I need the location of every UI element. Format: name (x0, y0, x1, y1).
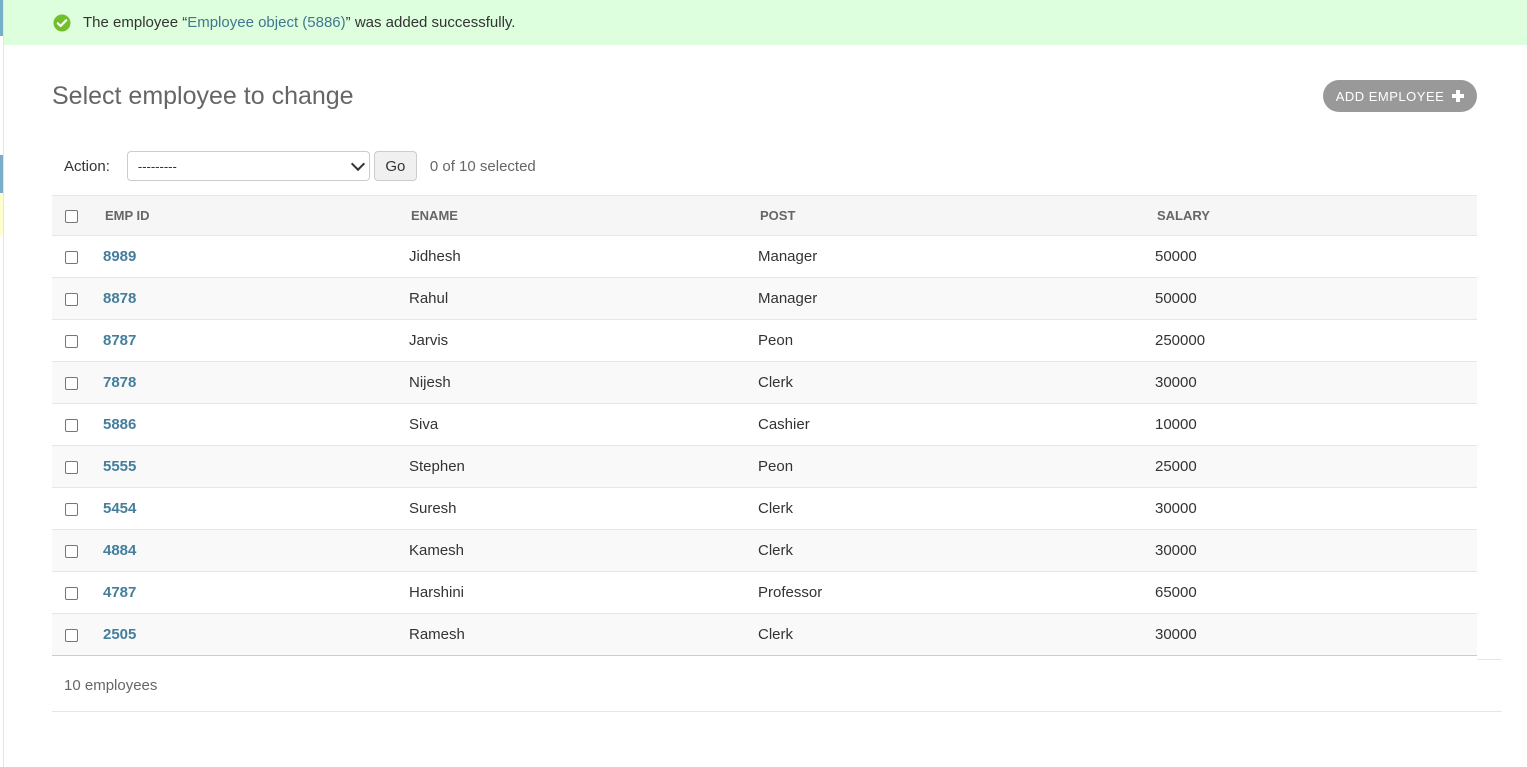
post-cell: Peon (758, 319, 1155, 362)
row-checkbox[interactable] (65, 502, 78, 516)
salary-cell: 30000 (1155, 613, 1477, 656)
go-button[interactable]: Go (373, 151, 417, 181)
ename-cell: Stephen (409, 445, 758, 488)
sidebar-marker (0, 0, 3, 36)
action-label: Action: (64, 157, 110, 175)
ename-cell: Jarvis (409, 319, 758, 362)
check-circle-icon (53, 14, 71, 31)
table-row: 8989 Jidhesh Manager 50000 (52, 235, 1477, 278)
emp-id-link[interactable]: 2505 (103, 626, 136, 643)
table-row: 8878 Rahul Manager 50000 (52, 277, 1477, 320)
table-row: 5555 Stephen Peon 25000 (52, 445, 1477, 488)
table-row: 5886 Siva Cashier 10000 (52, 403, 1477, 446)
employee-object-link[interactable]: Employee object (5886) (187, 14, 345, 31)
row-checkbox[interactable] (65, 250, 78, 264)
salary-cell: 50000 (1155, 277, 1477, 320)
row-checkbox[interactable] (65, 628, 78, 642)
salary-cell: 25000 (1155, 445, 1477, 488)
salary-cell: 250000 (1155, 319, 1477, 362)
emp-id-link[interactable]: 4787 (103, 584, 136, 601)
post-cell: Peon (758, 445, 1155, 488)
row-checkbox[interactable] (65, 586, 78, 600)
post-cell: Manager (758, 277, 1155, 320)
select-all-cell (52, 195, 103, 236)
salary-cell: 50000 (1155, 235, 1477, 278)
column-salary[interactable]: SALARY (1155, 195, 1477, 236)
message-prefix: The employee “ (83, 14, 188, 31)
action-select-value: --------- (137, 158, 177, 174)
action-select[interactable]: --------- (126, 151, 370, 181)
ename-cell: Siva (409, 403, 758, 446)
left-sidebar-edge (0, 0, 4, 767)
post-cell: Manager (758, 235, 1155, 278)
sidebar-marker (0, 193, 3, 236)
chevron-down-icon (350, 156, 365, 172)
actions-bar: Action: --------- Go 0 of 10 selected (52, 145, 1477, 187)
emp-id-link[interactable]: 5886 (103, 416, 136, 433)
plus-icon (1452, 90, 1465, 102)
emp-id-link[interactable]: 8878 (103, 290, 136, 307)
column-ename[interactable]: ENAME (409, 195, 758, 236)
ename-cell: Rahul (409, 277, 758, 320)
table-header: EMP ID ENAME POST SALARY (52, 195, 1477, 236)
emp-id-link[interactable]: 8787 (103, 332, 136, 349)
selection-counter: 0 of 10 selected (429, 157, 536, 175)
row-checkbox[interactable] (65, 376, 78, 390)
row-checkbox[interactable] (65, 334, 78, 348)
emp-id-link[interactable]: 5555 (103, 458, 136, 475)
post-cell: Clerk (758, 613, 1155, 656)
salary-cell: 10000 (1155, 403, 1477, 446)
success-message: The employee “Employee object (5886)” wa… (4, 0, 1527, 45)
ename-cell: Nijesh (409, 361, 758, 404)
salary-cell: 30000 (1155, 529, 1477, 572)
ename-cell: Kamesh (409, 529, 758, 572)
table-row: 5454 Suresh Clerk 30000 (52, 487, 1477, 530)
post-cell: Cashier (758, 403, 1155, 446)
table-row: 4787 Harshini Professor 65000 (52, 571, 1477, 614)
salary-cell: 30000 (1155, 487, 1477, 530)
table-row: 7878 Nijesh Clerk 30000 (52, 361, 1477, 404)
add-employee-label: ADD EMPLOYEE (1335, 88, 1445, 104)
sidebar-marker (0, 155, 3, 193)
select-all-checkbox[interactable] (65, 210, 78, 224)
ename-cell: Suresh (409, 487, 758, 530)
salary-cell: 65000 (1155, 571, 1477, 614)
add-employee-button[interactable]: ADD EMPLOYEE (1323, 80, 1477, 112)
post-cell: Clerk (758, 529, 1155, 572)
table-row: 8787 Jarvis Peon 250000 (52, 319, 1477, 362)
salary-cell: 30000 (1155, 361, 1477, 404)
page-title: Select employee to change (52, 82, 354, 110)
ename-cell: Jidhesh (409, 235, 758, 278)
emp-id-link[interactable]: 5454 (103, 500, 136, 517)
row-checkbox[interactable] (65, 460, 78, 474)
row-checkbox[interactable] (65, 544, 78, 558)
column-post[interactable]: POST (758, 195, 1155, 236)
table-row: 4884 Kamesh Clerk 30000 (52, 529, 1477, 572)
post-cell: Clerk (758, 487, 1155, 530)
ename-cell: Ramesh (409, 613, 758, 656)
message-suffix: ” was added successfully. (345, 14, 516, 31)
row-checkbox[interactable] (65, 292, 78, 306)
header-row: EMP ID ENAME POST SALARY (52, 195, 1477, 236)
post-cell: Professor (758, 571, 1155, 614)
row-checkbox[interactable] (65, 418, 78, 432)
table-row: 2505 Ramesh Clerk 30000 (52, 613, 1477, 656)
table-body: 8989 Jidhesh Manager 50000 8878 Rahul Ma… (52, 235, 1477, 656)
column-emp-id[interactable]: EMP ID (103, 195, 409, 236)
emp-id-link[interactable]: 4884 (103, 542, 136, 559)
emp-id-link[interactable]: 7878 (103, 374, 136, 391)
emp-id-link[interactable]: 8989 (103, 248, 136, 265)
post-cell: Clerk (758, 361, 1155, 404)
result-count: 10 employees (64, 676, 158, 694)
results-table: EMP ID ENAME POST SALARY 8989 Jidhesh Ma… (52, 195, 1477, 656)
paginator: 10 employees (52, 659, 1502, 712)
ename-cell: Harshini (409, 571, 758, 614)
